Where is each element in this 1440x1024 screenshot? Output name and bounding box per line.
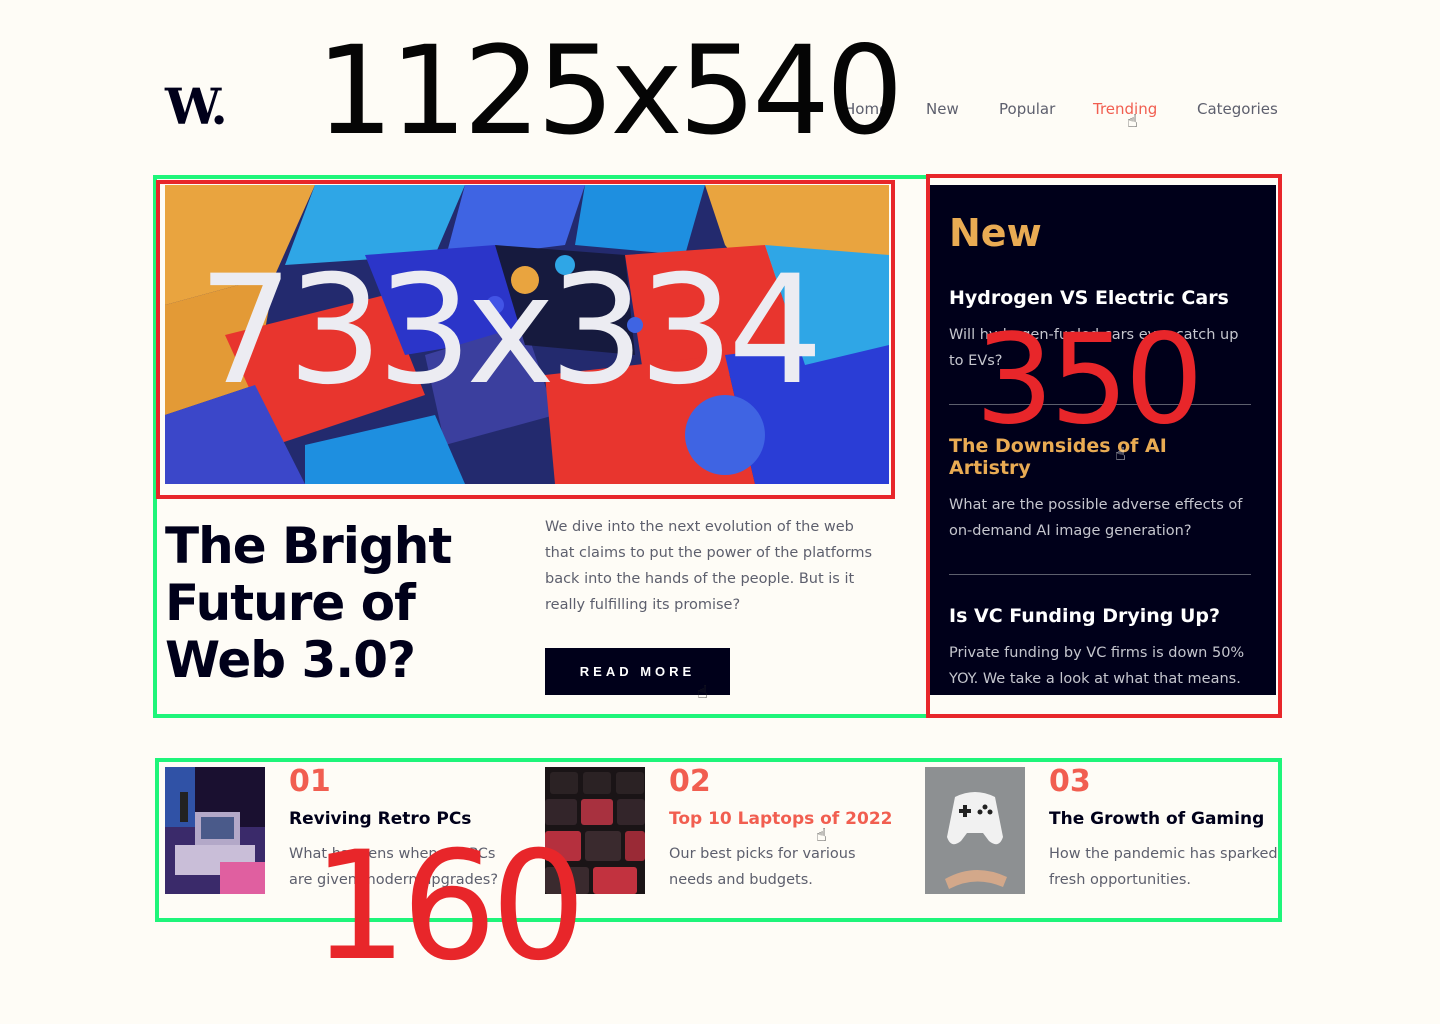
nav-item-trending[interactable]: Trending bbox=[1093, 100, 1157, 118]
nav-item-categories[interactable]: Categories bbox=[1197, 100, 1278, 118]
list-height-label: 160 bbox=[312, 820, 586, 994]
hand-cursor-icon: ☝ bbox=[1127, 111, 1138, 132]
page-size-label: 1125x540 bbox=[316, 20, 904, 162]
hero-image-outline bbox=[156, 180, 895, 499]
nav-item-new[interactable]: New bbox=[926, 100, 959, 118]
sidebar-size-label: 350 bbox=[975, 308, 1204, 452]
nav-item-popular[interactable]: Popular bbox=[999, 100, 1055, 118]
